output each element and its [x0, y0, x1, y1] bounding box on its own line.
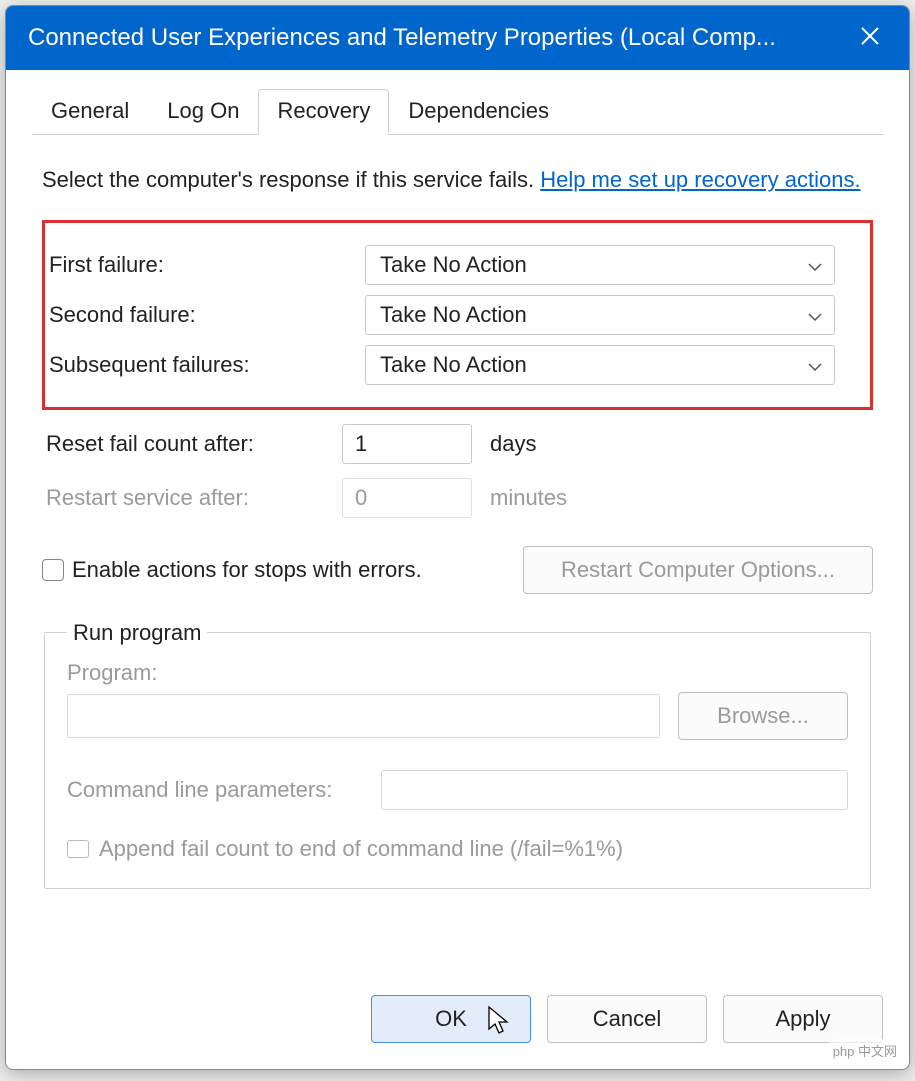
reset-fail-unit: days — [490, 431, 536, 457]
cancel-button[interactable]: Cancel — [547, 995, 707, 1043]
help-link[interactable]: Help me set up recovery actions. — [540, 167, 860, 192]
properties-dialog: Connected User Experiences and Telemetry… — [5, 5, 910, 1070]
restart-service-input: 0 — [342, 478, 472, 518]
intro-label: Select the computer's response if this s… — [42, 167, 534, 192]
ok-button[interactable]: OK — [371, 995, 531, 1043]
reset-fail-input[interactable]: 1 — [342, 424, 472, 464]
append-fail-label: Append fail count to end of command line… — [99, 836, 623, 862]
chevron-down-icon — [808, 302, 822, 328]
enable-actions-checkbox[interactable] — [42, 559, 64, 581]
first-failure-select[interactable]: Take No Action — [365, 245, 835, 285]
run-program-legend: Run program — [67, 620, 207, 646]
apply-button[interactable]: Apply — [723, 995, 883, 1043]
first-failure-row: First failure: Take No Action — [45, 245, 858, 285]
recovery-panel: Select the computer's response if this s… — [32, 135, 883, 967]
chevron-down-icon — [808, 252, 822, 278]
restart-service-label: Restart service after: — [42, 485, 342, 511]
subsequent-failures-label: Subsequent failures: — [45, 352, 365, 378]
titlebar: Connected User Experiences and Telemetry… — [6, 6, 909, 70]
cmd-params-row: Command line parameters: — [67, 770, 848, 810]
reset-fail-label: Reset fail count after: — [42, 431, 342, 457]
second-failure-row: Second failure: Take No Action — [45, 295, 858, 335]
failure-actions-highlight: First failure: Take No Action Second fai… — [42, 220, 873, 410]
subsequent-failures-row: Subsequent failures: Take No Action — [45, 345, 858, 385]
cmd-params-label: Command line parameters: — [67, 777, 367, 803]
run-program-group: Run program Program: Browse... Command l… — [44, 620, 871, 889]
chevron-down-icon — [808, 352, 822, 378]
append-fail-checkbox — [67, 840, 89, 858]
window-title: Connected User Experiences and Telemetry… — [28, 24, 849, 52]
tab-logon[interactable]: Log On — [148, 89, 258, 135]
second-failure-select[interactable]: Take No Action — [365, 295, 835, 335]
append-fail-row: Append fail count to end of command line… — [67, 836, 848, 862]
subsequent-failures-value: Take No Action — [380, 352, 527, 378]
subsequent-failures-select[interactable]: Take No Action — [365, 345, 835, 385]
close-icon[interactable] — [849, 22, 891, 54]
tab-strip: General Log On Recovery Dependencies — [32, 88, 883, 135]
enable-actions-row: Enable actions for stops with errors. Re… — [42, 546, 873, 594]
first-failure-value: Take No Action — [380, 252, 527, 278]
browse-button: Browse... — [678, 692, 848, 740]
content-area: General Log On Recovery Dependencies Sel… — [6, 70, 909, 977]
tab-dependencies[interactable]: Dependencies — [389, 89, 568, 135]
first-failure-label: First failure: — [45, 252, 365, 278]
dialog-button-bar: OK Cancel Apply — [6, 977, 909, 1069]
cmd-params-input — [381, 770, 848, 810]
restart-computer-options-button: Restart Computer Options... — [523, 546, 873, 594]
watermark: php 中文网 — [827, 1039, 903, 1062]
tab-recovery[interactable]: Recovery — [258, 89, 389, 135]
program-row: Browse... — [67, 692, 848, 740]
enable-actions-label: Enable actions for stops with errors. — [72, 557, 422, 583]
intro-text: Select the computer's response if this s… — [42, 165, 873, 196]
tab-general[interactable]: General — [32, 89, 148, 135]
restart-service-unit: minutes — [490, 485, 567, 511]
second-failure-label: Second failure: — [45, 302, 365, 328]
reset-fail-row: Reset fail count after: 1 days — [42, 424, 873, 464]
restart-service-row: Restart service after: 0 minutes — [42, 478, 873, 518]
program-input — [67, 694, 660, 738]
second-failure-value: Take No Action — [380, 302, 527, 328]
program-label: Program: — [67, 660, 848, 686]
